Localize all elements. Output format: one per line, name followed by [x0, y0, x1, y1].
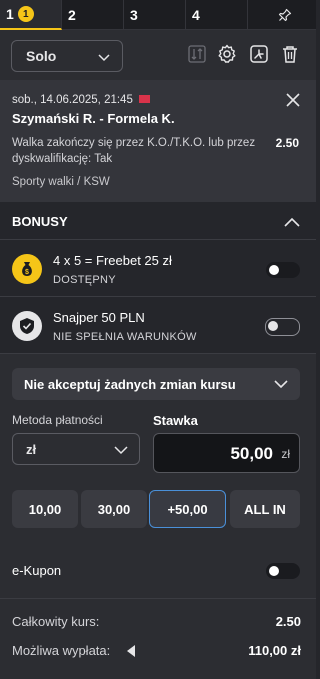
tab-label: 2	[68, 7, 76, 23]
pin-icon[interactable]	[254, 0, 316, 29]
bonus-title: 4 x 5 = Freebet 25 zł	[53, 253, 172, 268]
bet-type-value: Solo	[26, 48, 57, 64]
total-odds-value: 2.50	[275, 614, 301, 629]
tab-2[interactable]: 2	[62, 0, 124, 30]
bet-selection-card: sob., 14.06.2025, 21:45 Szymański R. - F…	[0, 80, 316, 202]
bonus-toggle[interactable]	[266, 262, 300, 278]
toggle-knob	[269, 265, 279, 275]
chevron-down-icon	[97, 50, 111, 67]
tab-4[interactable]: 4	[186, 0, 248, 30]
tab-label: 4	[192, 7, 200, 23]
bonus-status: NIE SPEŁNIA WARUNKÓW	[53, 331, 197, 343]
stake-currency: zł	[281, 447, 290, 461]
bonus-section-header[interactable]: BONUSY	[0, 202, 316, 240]
payout-label: Możliwa wypłata:	[12, 643, 111, 658]
tab-label: 1	[6, 6, 14, 22]
caret-left-icon[interactable]	[126, 644, 136, 663]
bonus-toggle[interactable]	[265, 318, 300, 336]
sort-icon[interactable]	[186, 43, 208, 65]
stake-value: 50,00	[230, 444, 273, 463]
tab-count-badge: 1	[17, 6, 34, 22]
all-in-button[interactable]: ALL IN	[230, 490, 300, 528]
bonus-item-snajper[interactable]: Snajper 50 PLN NIE SPEŁNIA WARUNKÓW	[0, 298, 316, 354]
event-category: Sporty walki / KSW	[12, 176, 110, 188]
event-name[interactable]: Szymański R. - Formela K.	[12, 111, 175, 126]
total-odds-label: Całkowity kurs:	[12, 614, 100, 629]
quick-stake-button[interactable]: 30,00	[81, 490, 147, 528]
payout-value: 110,00 zł	[248, 643, 301, 658]
payment-method-select[interactable]: zł	[12, 433, 140, 465]
tab-label: 3	[130, 7, 138, 23]
chevron-up-icon[interactable]	[284, 215, 300, 233]
chevron-down-icon	[114, 443, 128, 460]
stake-input[interactable]: 50,00 zł	[153, 433, 300, 473]
chevron-down-icon	[274, 377, 288, 394]
bonus-item-freebet[interactable]: $ 4 x 5 = Freebet 25 zł DOSTĘPNY	[0, 241, 316, 297]
trash-icon[interactable]	[279, 43, 301, 65]
quick-stake-button[interactable]: +50,00	[149, 490, 226, 528]
coupon-tabs: 1 1 2 3 4	[0, 0, 316, 30]
svg-text:$: $	[25, 269, 29, 276]
live-stream-icon	[139, 95, 150, 103]
stake-label: Stawka	[153, 413, 198, 428]
summary-divider	[0, 598, 316, 599]
selection-odds: 2.50	[275, 136, 299, 150]
ekupon-label: e-Kupon	[12, 563, 62, 578]
payment-method-label: Metoda płatności	[12, 413, 103, 427]
bet-type-select[interactable]: Solo	[11, 40, 123, 72]
coupon-toolbar: Solo	[0, 30, 316, 80]
odds-change-select[interactable]: Nie akceptuj żadnych zmian kursu	[12, 368, 300, 400]
bonus-status: DOSTĘPNY	[53, 274, 116, 286]
shield-icon	[12, 311, 42, 341]
payment-method-value: zł	[26, 441, 37, 457]
quick-stake-button[interactable]: 10,00	[12, 490, 78, 528]
tab-3[interactable]: 3	[124, 0, 186, 30]
event-datetime: sob., 14.06.2025, 21:45	[12, 94, 133, 106]
bonus-header-label: BONUSY	[12, 214, 68, 229]
odds-change-value: Nie akceptuj żadnych zmian kursu	[24, 376, 236, 392]
money-bag-icon: $	[12, 254, 42, 284]
bonus-title: Snajper 50 PLN	[53, 310, 145, 325]
share-icon[interactable]	[248, 43, 270, 65]
toggle-knob	[269, 566, 279, 576]
selection-description: Walka zakończy się przez K.O./T.K.O. lub…	[12, 137, 256, 165]
toggle-knob	[268, 321, 278, 331]
close-icon[interactable]	[286, 93, 300, 112]
tab-1[interactable]: 1 1	[0, 0, 62, 30]
settings-gear-icon[interactable]	[216, 43, 238, 65]
ekupon-toggle[interactable]	[266, 563, 300, 579]
